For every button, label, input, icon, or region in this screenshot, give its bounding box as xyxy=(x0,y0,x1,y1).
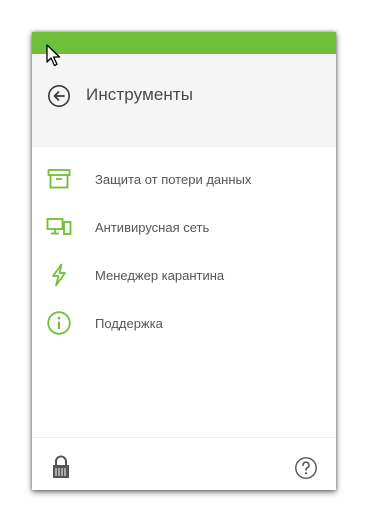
menu-item-label: Поддержка xyxy=(95,316,163,331)
menu-item-quarantine-manager[interactable]: Менеджер карантина xyxy=(32,252,336,296)
menu-item-support[interactable]: Поддержка xyxy=(32,300,336,344)
menu-item-label: Менеджер карантина xyxy=(95,268,225,283)
tools-panel: Инструменты Защита от потери данных Анти… xyxy=(32,32,336,490)
padlock-icon xyxy=(53,455,69,478)
archive-box-icon xyxy=(46,166,72,192)
back-arrow-circle-icon xyxy=(48,85,70,107)
menu-item-label: Антивирусная сеть xyxy=(95,220,210,235)
panel-footer xyxy=(32,437,336,490)
menu-item-data-loss-protection[interactable]: Защита от потери данных xyxy=(32,156,336,200)
menu-item-label: Защита от потери данных xyxy=(95,172,252,187)
lock-button[interactable] xyxy=(51,454,71,480)
help-button[interactable] xyxy=(294,456,318,480)
lightning-bolt-icon xyxy=(46,262,72,288)
accent-top-bar xyxy=(32,32,336,54)
network-computers-icon xyxy=(46,214,72,240)
menu-item-antivirus-network[interactable]: Антивирусная сеть xyxy=(32,204,336,248)
help-question-icon xyxy=(295,457,317,479)
page-title: Инструменты xyxy=(86,85,194,104)
back-button[interactable] xyxy=(47,84,71,108)
info-circle-icon xyxy=(46,310,72,336)
